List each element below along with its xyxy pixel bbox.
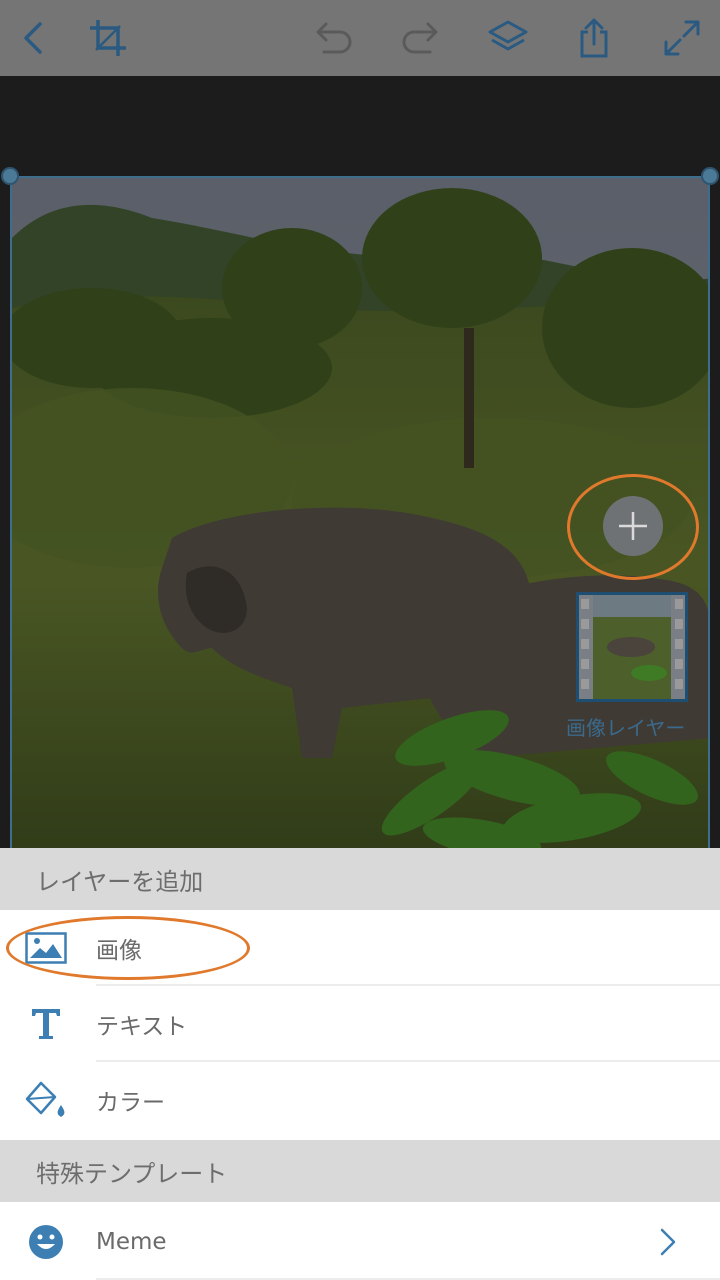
plus-icon: [619, 512, 647, 540]
layer-thumbnail-image: [579, 595, 685, 699]
menu-item-label: Meme: [96, 1229, 167, 1255]
menu-item-label: 画像: [96, 938, 142, 964]
redo-icon: [402, 22, 438, 54]
undo-button[interactable]: [310, 14, 358, 62]
resize-handle-top-right[interactable]: [701, 167, 719, 185]
layers-button[interactable]: [484, 14, 532, 62]
expand-icon: [664, 20, 700, 56]
menu-item-image[interactable]: 画像: [0, 910, 720, 986]
share-icon: [580, 18, 608, 58]
add-layer-header: レイヤーを追加: [0, 848, 720, 910]
add-layer-button[interactable]: [603, 496, 663, 556]
back-icon: [24, 22, 42, 54]
menu-item-text[interactable]: テキスト: [0, 986, 720, 1062]
smiley-icon: [22, 1218, 70, 1266]
crop-button[interactable]: [84, 14, 132, 62]
expand-button[interactable]: [658, 14, 706, 62]
image-layer-label: 画像レイヤー: [566, 716, 686, 740]
canvas-background: [0, 76, 720, 176]
top-toolbar: [0, 0, 720, 76]
menu-item-meme[interactable]: Meme: [0, 1204, 720, 1280]
image-layer-thumbnail[interactable]: [576, 592, 688, 702]
undo-icon: [316, 22, 352, 54]
redo-button[interactable]: [396, 14, 444, 62]
layers-icon: [488, 20, 528, 51]
add-layer-sheet: レイヤーを追加 画像 テキスト カラー 特殊テンプレート Meme: [0, 848, 720, 1280]
menu-item-label: カラー: [96, 1090, 165, 1116]
chevron-right-icon: [660, 1228, 676, 1256]
image-icon: [22, 924, 70, 972]
share-button[interactable]: [570, 14, 618, 62]
crop-icon: [90, 20, 126, 56]
resize-handle-top-left[interactable]: [1, 167, 19, 185]
menu-item-color[interactable]: カラー: [0, 1062, 720, 1138]
text-icon: [22, 1000, 70, 1048]
menu-item-label: テキスト: [96, 1014, 188, 1040]
back-button[interactable]: [10, 14, 58, 62]
special-templates-header: 特殊テンプレート: [0, 1140, 720, 1202]
paint-bucket-icon: [22, 1076, 70, 1124]
